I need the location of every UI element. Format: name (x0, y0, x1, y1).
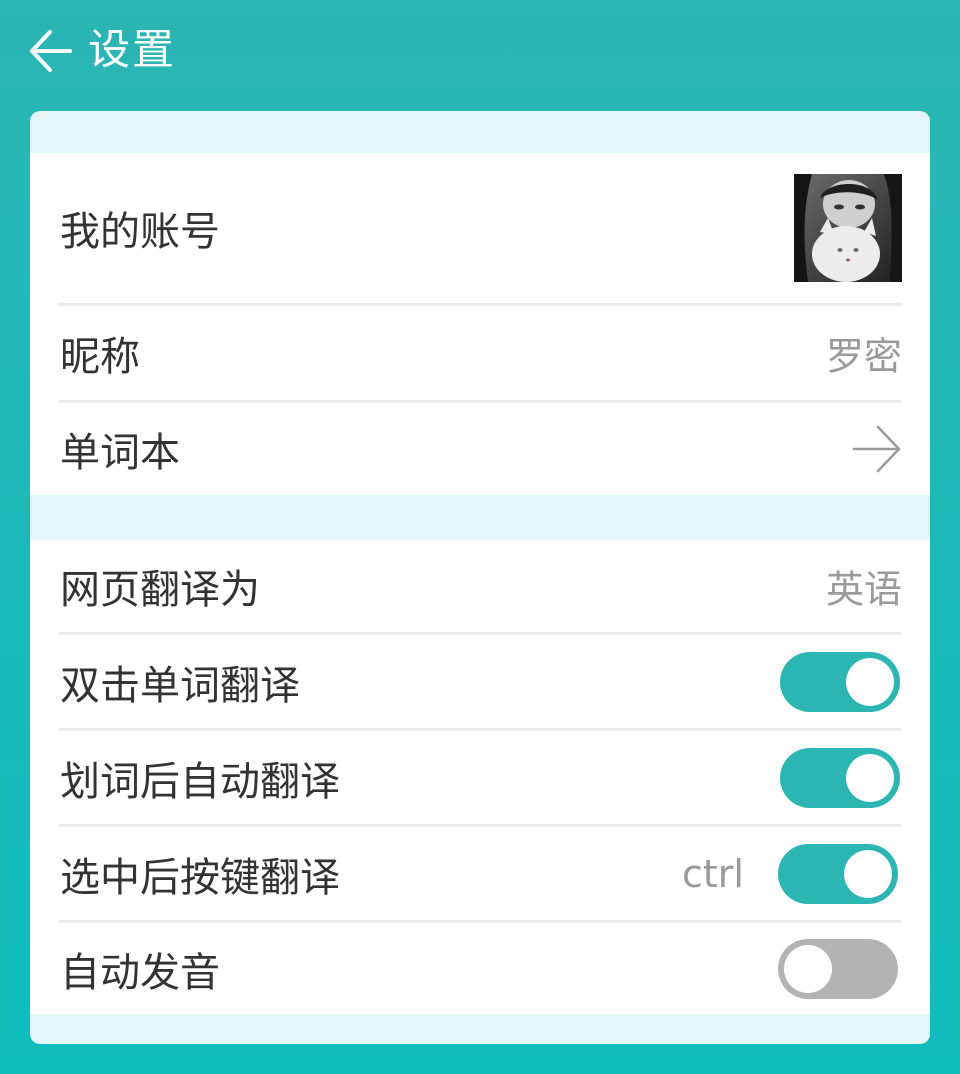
avatar[interactable] (794, 174, 902, 282)
toggle-label: 选中后按键翻译 (60, 854, 340, 901)
nickname-label: 昵称 (60, 334, 140, 380)
settings-card: 我的账号 昵称 罗密 单词本 网页翻译为 英语 双击单词翻译 划词后自动翻译 选… (30, 111, 930, 1044)
double-click-translate-toggle[interactable] (780, 651, 900, 712)
toggle-row-key-translate: 选中后按键翻译 ctrl (58, 827, 902, 920)
wordbook-label: 单词本 (60, 430, 180, 476)
toggle-label: 自动发音 (60, 949, 220, 996)
wordbook-row[interactable]: 单词本 (58, 403, 902, 495)
app-header: 设置 (0, 0, 960, 104)
arrow-right-icon (852, 425, 901, 473)
translation-section: 网页翻译为 英语 双击单词翻译 划词后自动翻译 选中后按键翻译 ctrl 自动发… (30, 540, 930, 1014)
toggle-row-double-click: 双击单词翻译 (58, 635, 902, 728)
shortcut-key-label: ctrl (682, 851, 744, 896)
webpage-translate-label: 网页翻译为 (60, 567, 260, 613)
my-account-row[interactable]: 我的账号 (58, 153, 902, 303)
my-account-label: 我的账号 (60, 209, 220, 255)
toggle-knob (784, 944, 832, 993)
auto-pronounce-toggle[interactable] (778, 938, 898, 999)
toggle-row-auto-pronounce: 自动发音 (58, 923, 902, 1014)
toggle-knob (844, 849, 892, 898)
toggle-knob (846, 753, 894, 802)
webpage-translate-row[interactable]: 网页翻译为 英语 (58, 540, 902, 632)
toggle-knob (846, 657, 894, 706)
toggle-label: 划词后自动翻译 (60, 758, 340, 805)
nickname-value: 罗密 (825, 334, 902, 379)
webpage-translate-value: 英语 (825, 567, 902, 612)
avatar-image (794, 174, 902, 282)
page-title: 设置 (88, 25, 177, 74)
nickname-row[interactable]: 昵称 罗密 (58, 306, 902, 400)
key-translate-toggle[interactable] (778, 843, 898, 904)
back-button[interactable] (28, 28, 74, 74)
account-section: 我的账号 昵称 罗密 单词本 (30, 153, 930, 495)
arrow-left-icon (30, 30, 72, 72)
toggle-row-select-auto: 划词后自动翻译 (58, 731, 902, 824)
select-auto-translate-toggle[interactable] (780, 747, 900, 808)
toggle-label: 双击单词翻译 (60, 662, 300, 709)
